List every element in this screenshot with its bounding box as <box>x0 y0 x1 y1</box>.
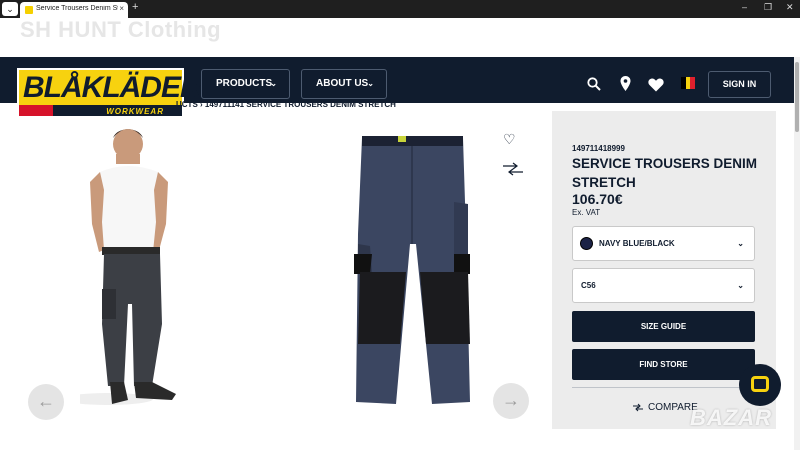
brand-logo[interactable]: BLÅKLÄDER WORKWEAR <box>17 68 202 118</box>
compare-link[interactable]: COMPARE <box>632 402 698 413</box>
wishlist-heart-icon[interactable]: ♡ <box>503 131 516 148</box>
compare-small-icon <box>633 403 643 412</box>
nav-about-label: ABOUT US <box>316 78 369 89</box>
color-select[interactable]: NAVY BLUE/BLACK ⌄ <box>572 226 755 261</box>
size-select-value: C56 <box>581 281 596 290</box>
chat-button[interactable] <box>739 364 781 406</box>
tab-close-icon[interactable]: × <box>119 4 124 13</box>
watermark-logo: BAZAR <box>690 405 772 430</box>
country-flag-icon[interactable] <box>681 77 696 89</box>
product-photo-trousers <box>354 136 470 404</box>
tab-title: Service Trousers Denim Stretch <box>36 5 118 12</box>
search-icon[interactable] <box>587 77 601 91</box>
flag-stripe-red <box>690 77 696 89</box>
size-guide-button[interactable]: SIZE GUIDE <box>572 311 755 342</box>
gallery-prev-button[interactable]: ← <box>28 384 64 420</box>
color-swatch-icon <box>580 237 593 250</box>
chevron-down-icon: ⌄ <box>270 79 277 88</box>
browser-tab-bar: ⌄ Service Trousers Denim Stretch × + – ❐… <box>0 0 800 18</box>
product-name: SERVICE TROUSERS DENIM STRETCH <box>572 156 758 190</box>
maximize-button[interactable]: ❐ <box>764 2 772 13</box>
product-sku: 149711418999 <box>572 144 625 153</box>
watermark-text: SH HUNT Clothing <box>20 17 222 42</box>
find-store-button[interactable]: FIND STORE <box>572 349 755 380</box>
new-tab-button[interactable]: + <box>132 1 138 13</box>
compare-arrows-icon[interactable] <box>502 162 524 176</box>
logo-wordmark: BLÅKLÄDER <box>23 71 202 104</box>
logo-subtitle: WORKWEAR <box>106 107 164 116</box>
heart-icon[interactable] <box>648 78 664 92</box>
vat-note: Ex. VAT <box>572 208 601 217</box>
chat-bubble-icon <box>751 376 769 392</box>
size-select[interactable]: C56 ⌄ <box>572 268 755 303</box>
color-select-value: NAVY BLUE/BLACK <box>599 239 675 248</box>
divider <box>572 387 755 388</box>
minimize-button[interactable]: – <box>742 2 747 12</box>
chevron-down-icon: ⌄ <box>737 239 744 248</box>
tab-menu-button[interactable]: ⌄ <box>2 2 18 16</box>
favicon-icon <box>25 6 33 14</box>
scrollbar-thumb[interactable] <box>795 62 799 132</box>
product-price: 106.70€ <box>572 191 623 207</box>
chevron-down-icon: ⌄ <box>737 281 744 290</box>
model-photo <box>80 129 176 405</box>
breadcrumb[interactable]: UCTS › 149711141 SERVICE TROUSERS DENIM … <box>176 100 396 109</box>
gallery-next-button[interactable]: → <box>493 383 529 419</box>
sign-in-button[interactable]: SIGN IN <box>708 71 771 98</box>
nav-products-label: PRODUCTS <box>216 78 273 89</box>
close-window-button[interactable]: ✕ <box>786 2 794 13</box>
nav-about-button[interactable]: ABOUT US ⌄ <box>301 69 387 99</box>
browser-tab[interactable]: Service Trousers Denim Stretch × <box>20 2 128 18</box>
logo-red-stripe <box>19 105 53 116</box>
location-pin-icon[interactable] <box>620 76 631 91</box>
nav-products-button[interactable]: PRODUCTS ⌄ <box>201 69 290 99</box>
chevron-down-icon: ⌄ <box>367 79 374 88</box>
